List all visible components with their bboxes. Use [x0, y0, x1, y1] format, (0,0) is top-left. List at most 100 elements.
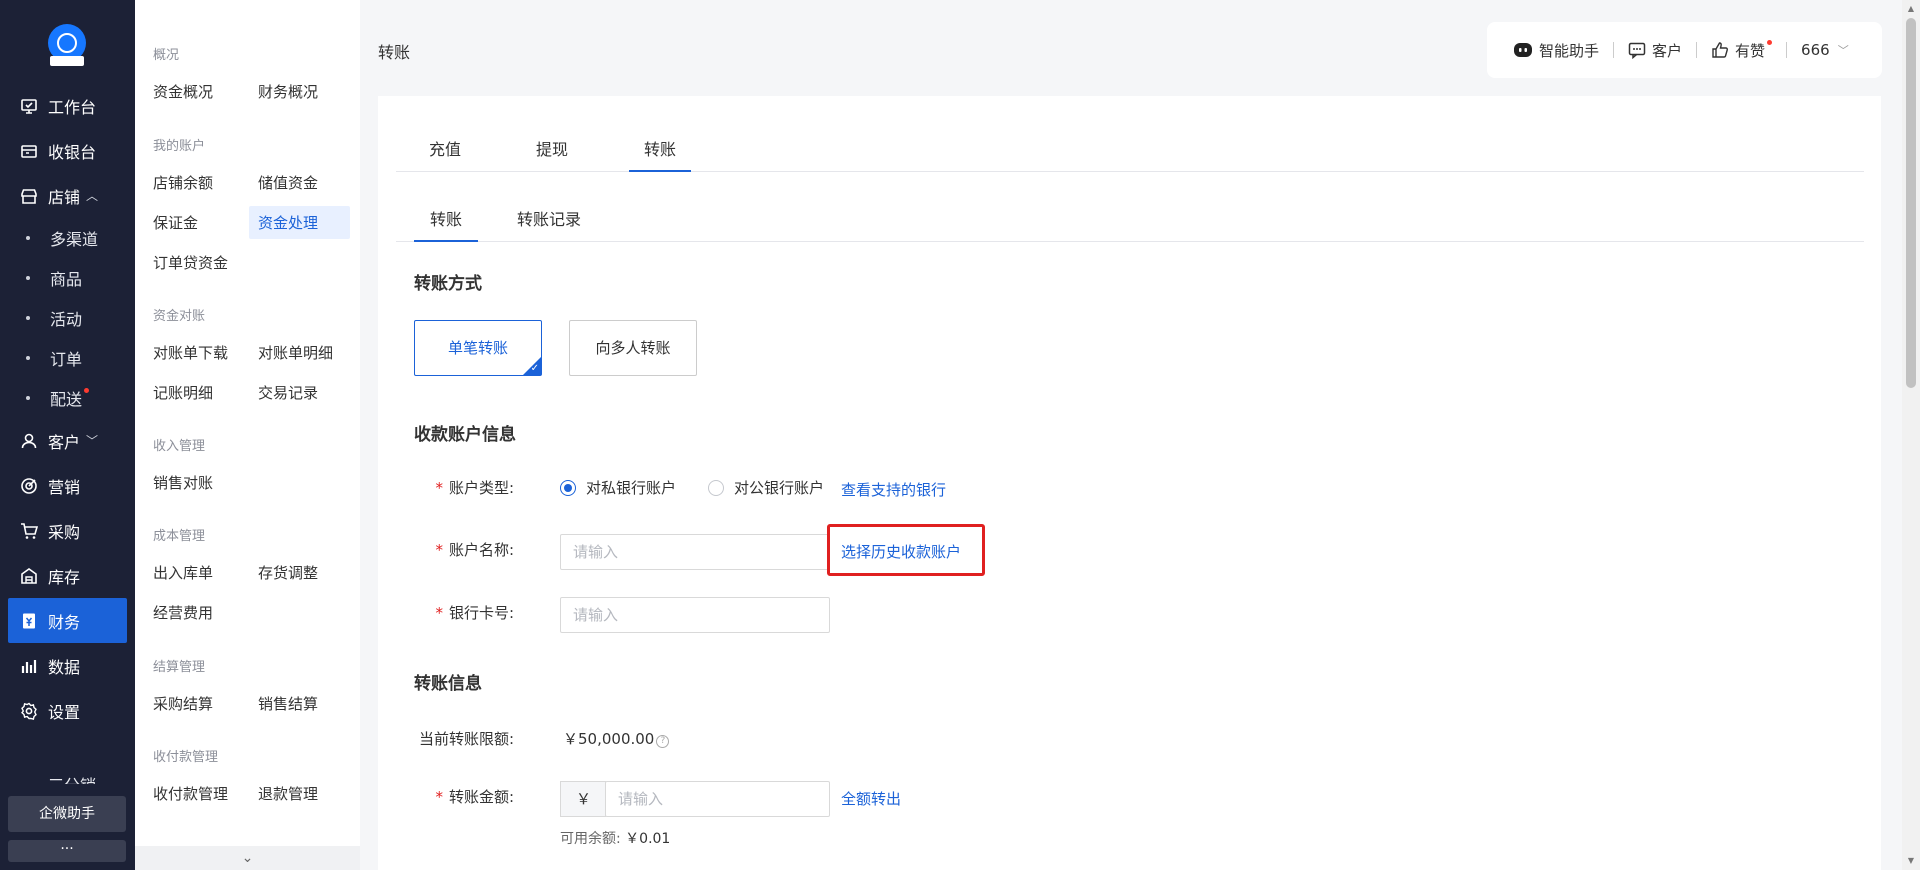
amount-label: * 转账金额: [435, 788, 514, 806]
submenu-item[interactable]: 资金处理 [249, 206, 350, 239]
account-name-label: * 账户名称: [435, 541, 514, 559]
private-account-radio[interactable]: 对私银行账户 [560, 477, 676, 498]
transfer-section-title: 转账信息 [414, 674, 482, 694]
primary-tabs: 充值 提现 转账 [396, 136, 1864, 172]
bullet [26, 316, 30, 320]
main-nav: 工作台收银台店铺︿多渠道商品活动订单配送客户﹀营销采购库存财务数据设置 三分销 … [0, 0, 135, 870]
user-menu[interactable]: 666 ﹀ [1801, 41, 1849, 59]
chart-icon [20, 657, 38, 675]
multi-transfer-label: 向多人转账 [595, 339, 671, 357]
tab-primary[interactable]: 提现 [521, 136, 583, 172]
more-button[interactable]: ··· [8, 840, 126, 862]
nav-item-11[interactable]: 库存 [0, 553, 135, 598]
tab-secondary[interactable]: 转账 [414, 206, 478, 242]
currency-prefix: ￥ [560, 781, 606, 817]
submenu-item[interactable]: 店铺余额 [153, 172, 213, 193]
submenu-item[interactable]: 经营费用 [153, 602, 213, 623]
message-icon [1628, 42, 1646, 59]
submenu-item[interactable]: 销售对账 [153, 472, 213, 493]
customer-service-label: 客户 [1652, 41, 1683, 60]
submenu-item[interactable]: 交易记录 [258, 382, 318, 403]
customer-service-button[interactable]: 客户 [1628, 40, 1682, 61]
submenu-item[interactable]: 存货调整 [258, 562, 318, 583]
limit-value: ￥50,000.00? [563, 728, 670, 749]
nav-item-label: 商品 [50, 270, 83, 289]
nav-item-6[interactable]: 订单 [0, 338, 135, 378]
robot-icon [1514, 43, 1532, 57]
submenu-item[interactable]: 资金概况 [153, 81, 213, 102]
wechat-assistant-button[interactable]: 企微助手 [8, 796, 126, 832]
method-section-title: 转账方式 [414, 274, 482, 294]
submenu-item[interactable]: 销售结算 [258, 693, 318, 714]
payee-section-title: 收款账户信息 [414, 425, 516, 445]
submenu-group-title: 收入管理 [153, 439, 206, 454]
submenu-item[interactable]: 保证金 [153, 212, 198, 233]
submenu-item[interactable]: 出入库单 [153, 562, 213, 583]
single-transfer-option[interactable]: 单笔转账 ✓ [414, 320, 542, 376]
likes-button[interactable]: 有赞 [1711, 39, 1773, 61]
nav-item-label: 配送 [50, 390, 83, 409]
nav-item-2[interactable]: 店铺 ︿ [0, 173, 135, 218]
workbench-icon [20, 97, 38, 115]
single-transfer-label: 单笔转账 [447, 339, 508, 357]
public-account-radio[interactable]: 对公银行账户 [708, 477, 824, 498]
smart-assistant-button[interactable]: 智能助手 [1513, 40, 1599, 61]
scroll-down-icon[interactable]: ▼ [1906, 856, 1916, 866]
nav-item-label: 设置 [48, 702, 81, 722]
submenu-item[interactable]: 退款管理 [258, 783, 318, 804]
submenu-item[interactable]: 对账单下载 [153, 342, 228, 363]
multi-transfer-option[interactable]: 向多人转账 [569, 320, 697, 376]
submenu-group-title: 资金对账 [153, 309, 206, 324]
nav-item-8[interactable]: 客户 ﹀ [0, 418, 135, 463]
account-name-input[interactable] [560, 534, 830, 570]
nav-item-13[interactable]: 数据 [0, 643, 135, 688]
tab-secondary[interactable]: 转账记录 [501, 206, 597, 242]
tab-primary[interactable]: 充值 [414, 136, 476, 172]
divider [1696, 42, 1698, 58]
bullet [26, 276, 30, 280]
submenu-item[interactable]: 对账单明细 [258, 342, 333, 363]
nav-item-partial[interactable]: 三分销 [48, 772, 96, 784]
nav-item-1[interactable]: 收银台 [0, 128, 135, 173]
nav-item-5[interactable]: 活动 [0, 298, 135, 338]
nav-items: 工作台 收银台 店铺 ︿ 多渠道商品活动订单配送客户 ﹀ 营销 采购库存财务 数据设置 [0, 83, 135, 733]
transfer-all-link[interactable]: 全额转出 [841, 788, 901, 809]
store-icon [20, 187, 38, 205]
submenu-item[interactable]: 记账明细 [153, 382, 213, 403]
tab-primary[interactable]: 转账 [629, 136, 691, 172]
history-account-link[interactable]: 选择历史收款账户 [841, 541, 961, 562]
finance-icon [20, 612, 38, 630]
collapse-chevron-icon[interactable]: ⌄ [135, 846, 360, 870]
card-number-input[interactable] [560, 597, 830, 633]
chevron-down-icon: ﹀ [1837, 44, 1849, 57]
nav-item-4[interactable]: 商品 [0, 258, 135, 298]
nav-item-10[interactable]: 采购 [0, 508, 135, 553]
help-icon[interactable]: ? [656, 735, 670, 748]
thumbs-up-icon [1712, 42, 1729, 58]
inventory-icon [20, 567, 38, 585]
submenu-item[interactable]: 订单贷资金 [153, 252, 228, 273]
nav-item-label: 多渠道 [50, 230, 99, 249]
submenu-item[interactable]: 储值资金 [258, 172, 318, 193]
supported-banks-link[interactable]: 查看支持的银行 [841, 479, 946, 500]
scroll-up-icon[interactable]: ▲ [1906, 4, 1916, 14]
submenu-item[interactable]: 收付款管理 [153, 783, 228, 804]
nav-item-label: 店铺 [48, 187, 81, 207]
chevron-icon: ﹀ [86, 434, 99, 448]
submenu-item[interactable]: 财务概况 [258, 81, 318, 102]
amount-input[interactable] [605, 781, 830, 817]
submenu-item[interactable]: 采购结算 [153, 693, 213, 714]
nav-item-0[interactable]: 工作台 [0, 83, 135, 128]
submenu-group-title: 我的账户 [153, 139, 206, 154]
nav-item-7[interactable]: 配送 [0, 378, 135, 418]
check-icon: ✓ [530, 363, 539, 374]
nav-item-3[interactable]: 多渠道 [0, 218, 135, 258]
scroll-thumb[interactable] [1906, 18, 1916, 388]
nav-item-9[interactable]: 营销 [0, 463, 135, 508]
user-name: 666 [1801, 41, 1830, 59]
nav-item-14[interactable]: 设置 [0, 688, 135, 733]
nav-item-label: 活动 [50, 310, 83, 329]
nav-item-label: 库存 [48, 567, 81, 587]
submenu-group-title: 收付款管理 [153, 750, 219, 765]
nav-item-12[interactable]: 财务 [8, 598, 127, 643]
